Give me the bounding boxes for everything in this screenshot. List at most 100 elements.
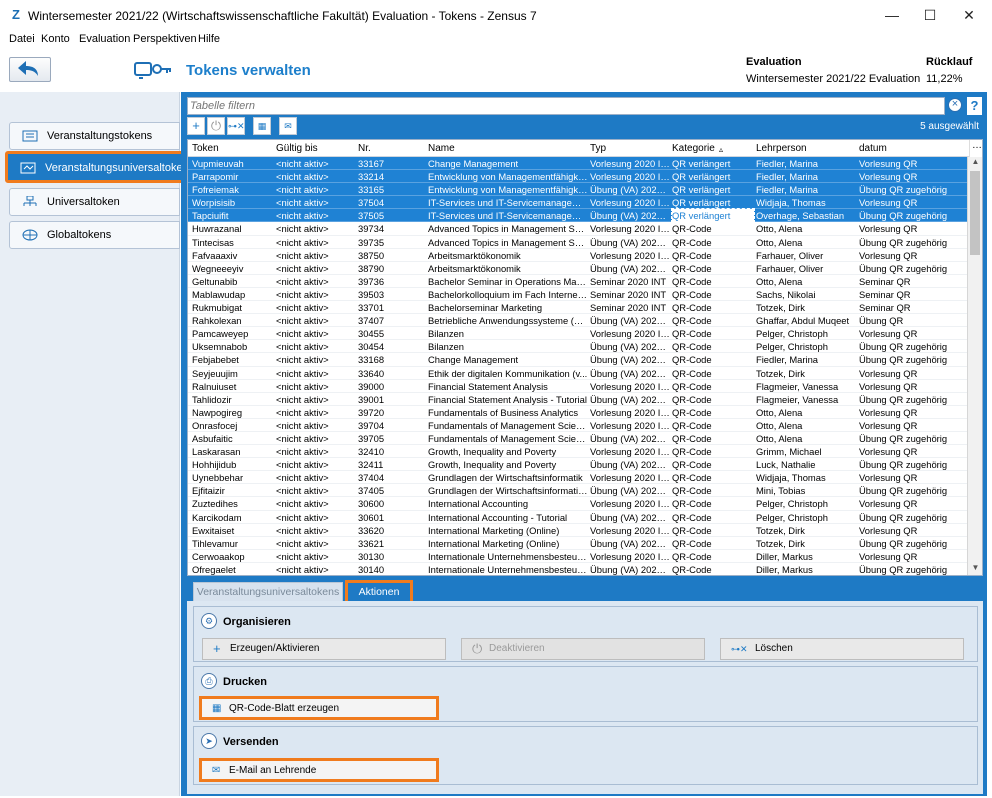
table-row[interactable]: Laskarasan <nicht aktiv> 32410 Growth, Ineq… — [188, 445, 968, 459]
cell-typ: Vorlesung 2020 INT — [590, 550, 670, 562]
delete-button[interactable]: ⊶✕ Löschen — [720, 638, 964, 660]
menu-perspektiven[interactable]: Perspektiven — [133, 33, 197, 45]
cell-nr: 39000 — [358, 380, 385, 392]
table-row[interactable]: Pamcaweyep <nicht aktiv> 30455 Bilanzen Vorl… — [188, 327, 968, 341]
table-row[interactable]: Uynebbehar <nicht aktiv> 37404 Grundlagen d… — [188, 471, 968, 485]
deactivate-button[interactable]: ⏻ Deaktivieren — [461, 638, 705, 660]
column-header[interactable]: datum — [859, 143, 887, 154]
column-header[interactable]: Typ — [590, 143, 606, 154]
column-chooser-button[interactable]: … — [969, 140, 982, 157]
table-row[interactable]: Rahkolexan <nicht aktiv> 37407 Betriebliche… — [188, 314, 968, 328]
delete-token-icon[interactable]: ⊶✕ — [227, 117, 245, 135]
menu-evaluation[interactable]: Evaluation — [79, 33, 130, 45]
column-header[interactable]: Lehrperson — [756, 143, 807, 154]
scroll-down-icon[interactable]: ▼ — [968, 563, 982, 575]
column-header[interactable]: Token — [192, 143, 219, 154]
back-button[interactable] — [9, 57, 51, 82]
table-row[interactable]: Karcikodam <nicht aktiv> 30601 Internationa… — [188, 511, 968, 524]
column-header[interactable]: Kategorie — [672, 143, 715, 154]
table-row[interactable]: Ralnuiuset <nicht aktiv> 39000 Financial St… — [188, 380, 968, 393]
cell-token: Febjabebet — [192, 354, 239, 366]
column-header[interactable]: Gültig bis — [276, 143, 318, 154]
qr-print-icon[interactable]: ▦ — [253, 117, 271, 135]
email-teacher-icon[interactable]: ✉ — [279, 117, 297, 135]
table-row[interactable]: Nawpogireg <nicht aktiv> 39720 Fundamentals… — [188, 406, 968, 419]
table-row[interactable]: Huwrazanal <nicht aktiv> 39734 Advanced Top… — [188, 222, 968, 236]
universal-token-icon — [20, 162, 36, 174]
create-activate-button[interactable]: + Erzeugen/Aktivieren — [202, 638, 446, 660]
email-teachers-button[interactable]: ✉ E-Mail an Lehrende — [199, 758, 439, 782]
cell-gueltig: <nicht aktiv> — [276, 498, 329, 510]
cell-name: IT-Services und IT-Servicemanageme... — [428, 210, 588, 222]
power-icon[interactable]: ⏻ — [207, 117, 225, 135]
cell-nr: 30130 — [358, 550, 385, 562]
nav-veranstaltungsuniversaltokens[interactable]: Veranstaltungsuniversaltokens — [5, 151, 194, 183]
scroll-thumb[interactable] — [970, 171, 980, 255]
clear-filter-icon[interactable]: × — [948, 98, 962, 112]
scroll-up-icon[interactable]: ▲ — [968, 157, 982, 169]
cell-typ: Übung (VA) 2020 I... — [590, 354, 670, 366]
table-row[interactable]: Febjabebet <nicht aktiv> 33168 Change Manag… — [188, 353, 968, 367]
cell-gueltig: <nicht aktiv> — [276, 341, 329, 353]
table-row[interactable]: Tahlidozir <nicht aktiv> 39001 Financial St… — [188, 393, 968, 406]
column-header[interactable]: Nr. — [358, 143, 371, 154]
table-row[interactable]: Rukmubigat <nicht aktiv> 33701 Bachelorsemi… — [188, 301, 968, 315]
table-row[interactable]: Ejfitaizir <nicht aktiv> 37405 Grundlagen d… — [188, 484, 968, 498]
cell-nr: 39705 — [358, 432, 385, 444]
table-row[interactable]: Tihlevamur <nicht aktiv> 33621 Internationa… — [188, 537, 968, 550]
cell-name: Entwicklung von Managementfähigkei... — [428, 171, 588, 183]
table-row[interactable]: Cerwoaakop <nicht aktiv> 30130 Internationa… — [188, 550, 968, 563]
table-row[interactable]: Onrasfocej <nicht aktiv> 39704 Fundamentals… — [188, 419, 968, 432]
table-row[interactable]: Fafvaaaxiv <nicht aktiv> 38750 Arbeitsmarkt… — [188, 249, 968, 262]
table-row[interactable]: Parrapomir <nicht aktiv> 33214 Entwicklung … — [188, 170, 968, 184]
table-row[interactable]: Ofregaelet <nicht aktiv> 30140 Internationa… — [188, 563, 968, 575]
table-row[interactable]: Uksemnabob <nicht aktiv> 30454 Bilanzen Übun… — [188, 340, 968, 354]
cell-gueltig: <nicht aktiv> — [276, 432, 329, 444]
cell-name: Ethik der digitalen Kommunikation (v... — [428, 367, 588, 379]
cell-token: Tahlidozir — [192, 393, 232, 405]
cell-name: Financial Statement Analysis - Tutorial — [428, 393, 587, 405]
cell-lehrperson: Otto, Alena — [756, 275, 803, 287]
cell-datum: Vorlesung QR — [859, 472, 918, 484]
table-row[interactable]: Asbufaitic <nicht aktiv> 39705 Fundamentals… — [188, 432, 968, 446]
table-row[interactable]: Tapciuifit <nicht aktiv> 37505 IT-Services … — [188, 208, 968, 224]
table-row[interactable]: Seyjeuujim <nicht aktiv> 33640 Ethik der di… — [188, 367, 968, 380]
table-row[interactable]: Ewxitaiset <nicht aktiv> 33620 Internationa… — [188, 524, 968, 537]
cell-typ: Seminar 2020 INT — [590, 288, 667, 300]
nav-universaltoken[interactable]: Universaltoken — [9, 188, 180, 216]
help-icon[interactable]: ? — [967, 97, 982, 115]
menu-hilfe[interactable]: Hilfe — [198, 33, 220, 45]
filter-input[interactable] — [190, 99, 930, 113]
close-button[interactable]: ✕ — [951, 4, 987, 26]
nav-globaltokens[interactable]: Globaltokens — [9, 221, 180, 249]
qr-sheet-button[interactable]: ▦ QR-Code-Blatt erzeugen — [199, 696, 439, 720]
menu-konto[interactable]: Konto — [41, 33, 70, 45]
cell-token: Hohhijidub — [192, 459, 237, 471]
add-icon[interactable]: + — [187, 117, 205, 135]
table-row[interactable]: Vupmieuvah <nicht aktiv> 33167 Change Manag… — [188, 157, 968, 171]
menu-datei[interactable]: Datei — [9, 33, 35, 45]
minimize-button[interactable]: — — [874, 4, 910, 26]
cell-typ: Übung (VA) 2020 I... — [590, 537, 670, 549]
cell-datum: Vorlesung QR — [859, 406, 918, 418]
cell-nr: 33165 — [358, 184, 385, 196]
table-row[interactable]: Wegneeeyiv <nicht aktiv> 38790 Arbeitsmarkt… — [188, 262, 968, 275]
table-row[interactable]: Geltunabib <nicht aktiv> 39736 Bachelor Sem… — [188, 275, 968, 288]
table-row[interactable]: Fofreiemak <nicht aktiv> 33165 Entwicklung … — [188, 183, 968, 197]
plus-icon: + — [213, 641, 221, 656]
section-drucken: ⎙ Drucken ▦ QR-Code-Blatt erzeugen — [193, 666, 978, 722]
table-row[interactable]: Zuztedihes <nicht aktiv> 30600 Internationa… — [188, 497, 968, 511]
table-row[interactable]: Mablawudap <nicht aktiv> 39503 Bachelorkoll… — [188, 288, 968, 302]
cell-gueltig: <nicht aktiv> — [276, 223, 329, 235]
cell-datum: Seminar QR — [859, 302, 911, 314]
maximize-button[interactable]: ☐ — [912, 4, 948, 26]
table-row[interactable]: Hohhijidub <nicht aktiv> 32411 Growth, Ineq… — [188, 458, 968, 472]
nav-veranstaltungstokens[interactable]: Veranstaltungstokens — [9, 122, 180, 150]
table-row[interactable]: Tintecisas <nicht aktiv> 39735 Advanced Top… — [188, 236, 968, 249]
cell-kategorie: QR-Code — [672, 498, 712, 510]
tab-veranstaltungsuniversaltokens[interactable]: Veranstaltungsuniversaltokens — [193, 582, 343, 602]
table-row[interactable]: Worpisisib <nicht aktiv> 37504 IT-Services … — [188, 196, 968, 210]
table-header: Token Gültig bis Nr. Name Typ Kategorie … — [188, 140, 982, 157]
column-header[interactable]: Name — [428, 143, 455, 154]
vertical-scrollbar[interactable]: ▲ ▼ — [967, 157, 982, 575]
